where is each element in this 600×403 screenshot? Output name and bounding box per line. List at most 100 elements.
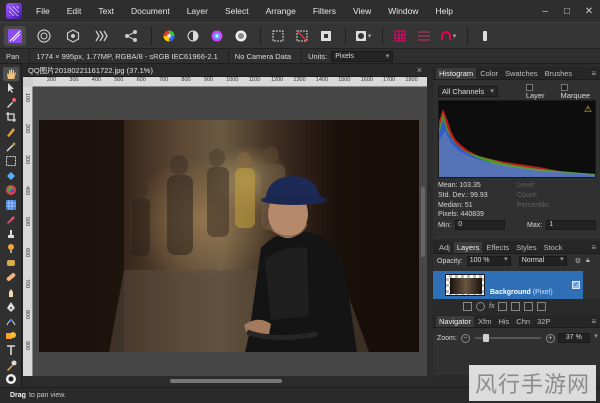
zoom-tool-button[interactable] (3, 358, 19, 372)
develop-persona-button[interactable] (62, 26, 84, 46)
zoom-value-select[interactable]: 37 % (557, 333, 598, 343)
blemish-tool-button[interactable] (3, 271, 19, 285)
selection-mode-button[interactable] (267, 26, 289, 46)
menu-document[interactable]: Document (131, 6, 170, 16)
menu-arrange[interactable]: Arrange (266, 6, 296, 16)
photo-layer-image[interactable] (39, 120, 419, 352)
mask-icon[interactable] (463, 301, 472, 311)
layer-row-background[interactable]: Background (Pixel) ✓ (433, 271, 583, 299)
pixel-tool-button[interactable] (3, 212, 19, 226)
gradient-tool-button[interactable] (3, 183, 19, 197)
panel-menu-icon[interactable]: ≡ (591, 317, 596, 326)
close-icon[interactable]: ✕ (578, 3, 600, 19)
color-swatch-button[interactable] (3, 372, 19, 386)
tab-color[interactable]: Color (477, 68, 501, 79)
tab-navigator[interactable]: Navigator (436, 315, 475, 327)
lock-icon[interactable]: 🔒︎ (586, 257, 590, 265)
tab-channels[interactable]: Chn (513, 316, 533, 327)
layer-settings-icon[interactable]: ⚙ (575, 257, 581, 265)
assistant-button[interactable] (474, 26, 496, 46)
move-tool-button[interactable] (3, 82, 19, 96)
crop-tool-button[interactable] (3, 111, 19, 125)
export-persona-button[interactable] (120, 26, 142, 46)
tone-mapping-persona-button[interactable] (91, 26, 113, 46)
flood-select-tool-button[interactable] (3, 140, 19, 154)
marquee-checkbox-group[interactable]: Marquee (560, 82, 600, 100)
dodge-tool-button[interactable] (3, 242, 19, 256)
menu-window[interactable]: Window (388, 6, 418, 16)
tab-layers[interactable]: Layers (453, 241, 483, 253)
zoom-slider-knob[interactable] (482, 334, 489, 342)
zoom-in-icon[interactable]: + (545, 333, 555, 343)
smudge-tool-button[interactable] (3, 285, 19, 299)
document-tab[interactable]: QQ图片20180221161722.jpg (37.1%) × (23, 64, 427, 77)
alignment-grid-button[interactable] (389, 26, 411, 46)
hsl-button[interactable] (206, 26, 228, 46)
marquee-tool-button[interactable] (3, 154, 19, 168)
units-select[interactable]: Pixels (331, 50, 394, 62)
paint-brush-tool-button[interactable] (3, 198, 19, 212)
panel-menu-icon[interactable]: ≡ (591, 69, 596, 78)
menu-view[interactable]: View (353, 6, 371, 16)
text-tool-button[interactable] (3, 343, 19, 357)
tab-history[interactable]: His (495, 316, 512, 327)
horizontal-scroll-thumb[interactable] (170, 379, 282, 383)
quick-mask-button[interactable] (352, 26, 374, 46)
channels-select[interactable]: All Channels (438, 85, 498, 97)
new-layer-icon[interactable] (511, 301, 521, 311)
shape-tool-button[interactable] (3, 329, 19, 343)
document-canvas[interactable] (33, 87, 427, 376)
fx-icon[interactable]: fx (489, 303, 494, 310)
selection-brush-tool-button[interactable] (3, 125, 19, 139)
tab-swatches[interactable]: Swatches (502, 68, 541, 79)
tab-histogram[interactable]: Histogram (436, 67, 477, 79)
marquee-checkbox[interactable] (560, 83, 568, 91)
tab-effects[interactable]: Effects (483, 242, 512, 253)
vertical-scrollbar[interactable] (421, 187, 425, 257)
tab-transform[interactable]: Xfm (475, 316, 494, 327)
horizontal-scrollbar[interactable] (33, 376, 427, 387)
layer-checkbox-group[interactable]: Layer (525, 82, 555, 100)
menu-help[interactable]: Help (436, 6, 453, 16)
menu-layer[interactable]: Layer (187, 6, 208, 16)
layer-visibility-checkbox[interactable]: ✓ (572, 281, 580, 289)
tab-adjustments[interactable]: Adj (436, 242, 453, 253)
color-picker-tool-button[interactable] (3, 96, 19, 110)
close-document-icon[interactable]: × (417, 65, 422, 75)
node-tool-button[interactable] (3, 314, 19, 328)
maximize-icon[interactable]: □ (556, 3, 578, 19)
sponge-tool-button[interactable] (3, 256, 19, 270)
color-wheel-button[interactable] (158, 26, 180, 46)
zoom-out-icon[interactable]: − (460, 333, 470, 343)
menu-filters[interactable]: Filters (313, 6, 336, 16)
new-group-icon[interactable] (498, 301, 508, 311)
minimize-icon[interactable]: – (534, 3, 556, 19)
opacity-input[interactable]: 100 % (466, 256, 511, 266)
view-tool-button[interactable] (2, 67, 19, 81)
white-balance-button[interactable] (230, 26, 252, 46)
adjustment-icon[interactable] (476, 301, 485, 311)
pen-tool-button[interactable] (3, 300, 19, 314)
menu-text[interactable]: Text (98, 6, 114, 16)
tab-brushes[interactable]: Brushes (542, 68, 576, 79)
menu-file[interactable]: File (36, 6, 50, 16)
menu-edit[interactable]: Edit (67, 6, 82, 16)
duplicate-layer-icon[interactable] (524, 301, 534, 311)
zoom-slider[interactable] (474, 334, 541, 342)
max-input[interactable]: 1 (546, 220, 596, 230)
layer-checkbox[interactable] (525, 83, 533, 91)
tab-styles[interactable]: Styles (513, 242, 539, 253)
menu-select[interactable]: Select (225, 6, 249, 16)
min-input[interactable]: 0 (455, 220, 506, 230)
snapping-button[interactable] (437, 26, 459, 46)
delete-layer-icon[interactable] (537, 301, 547, 311)
blend-mode-select[interactable]: Normal (518, 256, 567, 266)
panel-menu-icon[interactable]: ≡ (591, 243, 596, 252)
flood-fill-tool-button[interactable] (3, 169, 19, 183)
deselect-button[interactable] (291, 26, 313, 46)
liquify-persona-button[interactable] (33, 26, 55, 46)
tab-32bit-preview[interactable]: 32P (534, 316, 553, 327)
photo-persona-button[interactable] (4, 25, 26, 46)
invert-selection-button[interactable] (315, 26, 337, 46)
snapping-toggle-button[interactable] (413, 26, 435, 46)
